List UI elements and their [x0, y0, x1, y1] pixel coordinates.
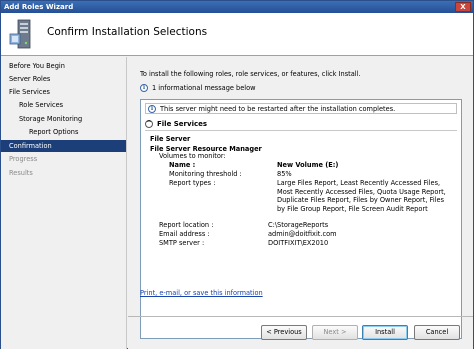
previous-button[interactable]: < Previous [261, 325, 307, 340]
role-name: File Server [150, 135, 191, 143]
summary-panel[interactable]: i This server might need to be restarted … [140, 99, 462, 339]
nav-item-role-services[interactable]: Role Services [1, 99, 126, 111]
section-divider [145, 130, 457, 131]
install-button[interactable]: Install [362, 325, 408, 340]
nav-item-server-roles[interactable]: Server Roles [1, 73, 126, 85]
email-label: Email address : [159, 230, 210, 238]
cancel-button[interactable]: Cancel [414, 325, 460, 340]
section-title: File Services [157, 120, 208, 128]
nav-item-report-options[interactable]: Report Options [1, 126, 126, 138]
next-button: Next > [312, 325, 358, 340]
report-types-value: Large Files Report, Least Recently Acces… [277, 179, 446, 213]
nav-item-confirmation[interactable]: Confirmation [1, 140, 126, 152]
window-title: Add Roles Wizard [4, 3, 74, 11]
nav-item-progress: Progress [9, 155, 38, 163]
restart-notice: i This server might need to be restarted … [145, 103, 457, 114]
nav-item-before-you-begin[interactable]: Before You Begin [1, 60, 126, 72]
close-icon: X [460, 3, 466, 11]
report-location-label: Report location : [159, 221, 214, 229]
volumes-label: Volumes to monitor: [159, 152, 226, 160]
wizard-steps-nav: Before You Begin Server Roles File Servi… [1, 57, 127, 349]
collapse-icon[interactable]: ^ [145, 120, 153, 128]
nav-item-storage-monitoring[interactable]: Storage Monitoring [1, 113, 126, 125]
info-icon: i [148, 105, 156, 113]
wizard-window: Add Roles Wizard X Confirm Installation … [0, 0, 474, 349]
email-value: admin@doitfixit.com [268, 230, 337, 238]
print-email-save-link[interactable]: Print, e-mail, or save this information [140, 289, 263, 297]
nav-item-file-services[interactable]: File Services [1, 86, 126, 98]
info-count-label: 1 informational message below [152, 84, 256, 92]
info-message-count: i 1 informational message below [140, 83, 256, 93]
report-types-label: Report types : [169, 179, 216, 187]
close-button[interactable]: X [455, 2, 471, 12]
title-bar: Add Roles Wizard X [1, 1, 473, 13]
file-services-section-header[interactable]: ^ File Services [145, 119, 207, 129]
report-location-value: C:\StorageReports [268, 221, 329, 229]
smtp-label: SMTP server : [159, 239, 205, 247]
info-icon: i [140, 84, 148, 92]
restart-notice-text: This server might need to be restarted a… [160, 105, 396, 113]
threshold-label: Monitoring threshold : [169, 170, 242, 178]
nav-item-results: Results [9, 169, 33, 177]
footer-divider [128, 316, 473, 317]
intro-text: To install the following roles, role ser… [140, 70, 361, 78]
threshold-value: 85% [277, 170, 292, 178]
wizard-header: Confirm Installation Selections [1, 13, 473, 56]
smtp-value: DOITFIXIT\EX2010 [268, 239, 329, 247]
volume-name-value: New Volume (E:) [277, 161, 339, 169]
content-pane: To install the following roles, role ser… [128, 57, 473, 349]
server-roles-icon [9, 19, 31, 49]
volume-name-label: Name : [169, 161, 196, 169]
page-title: Confirm Installation Selections [47, 26, 208, 38]
